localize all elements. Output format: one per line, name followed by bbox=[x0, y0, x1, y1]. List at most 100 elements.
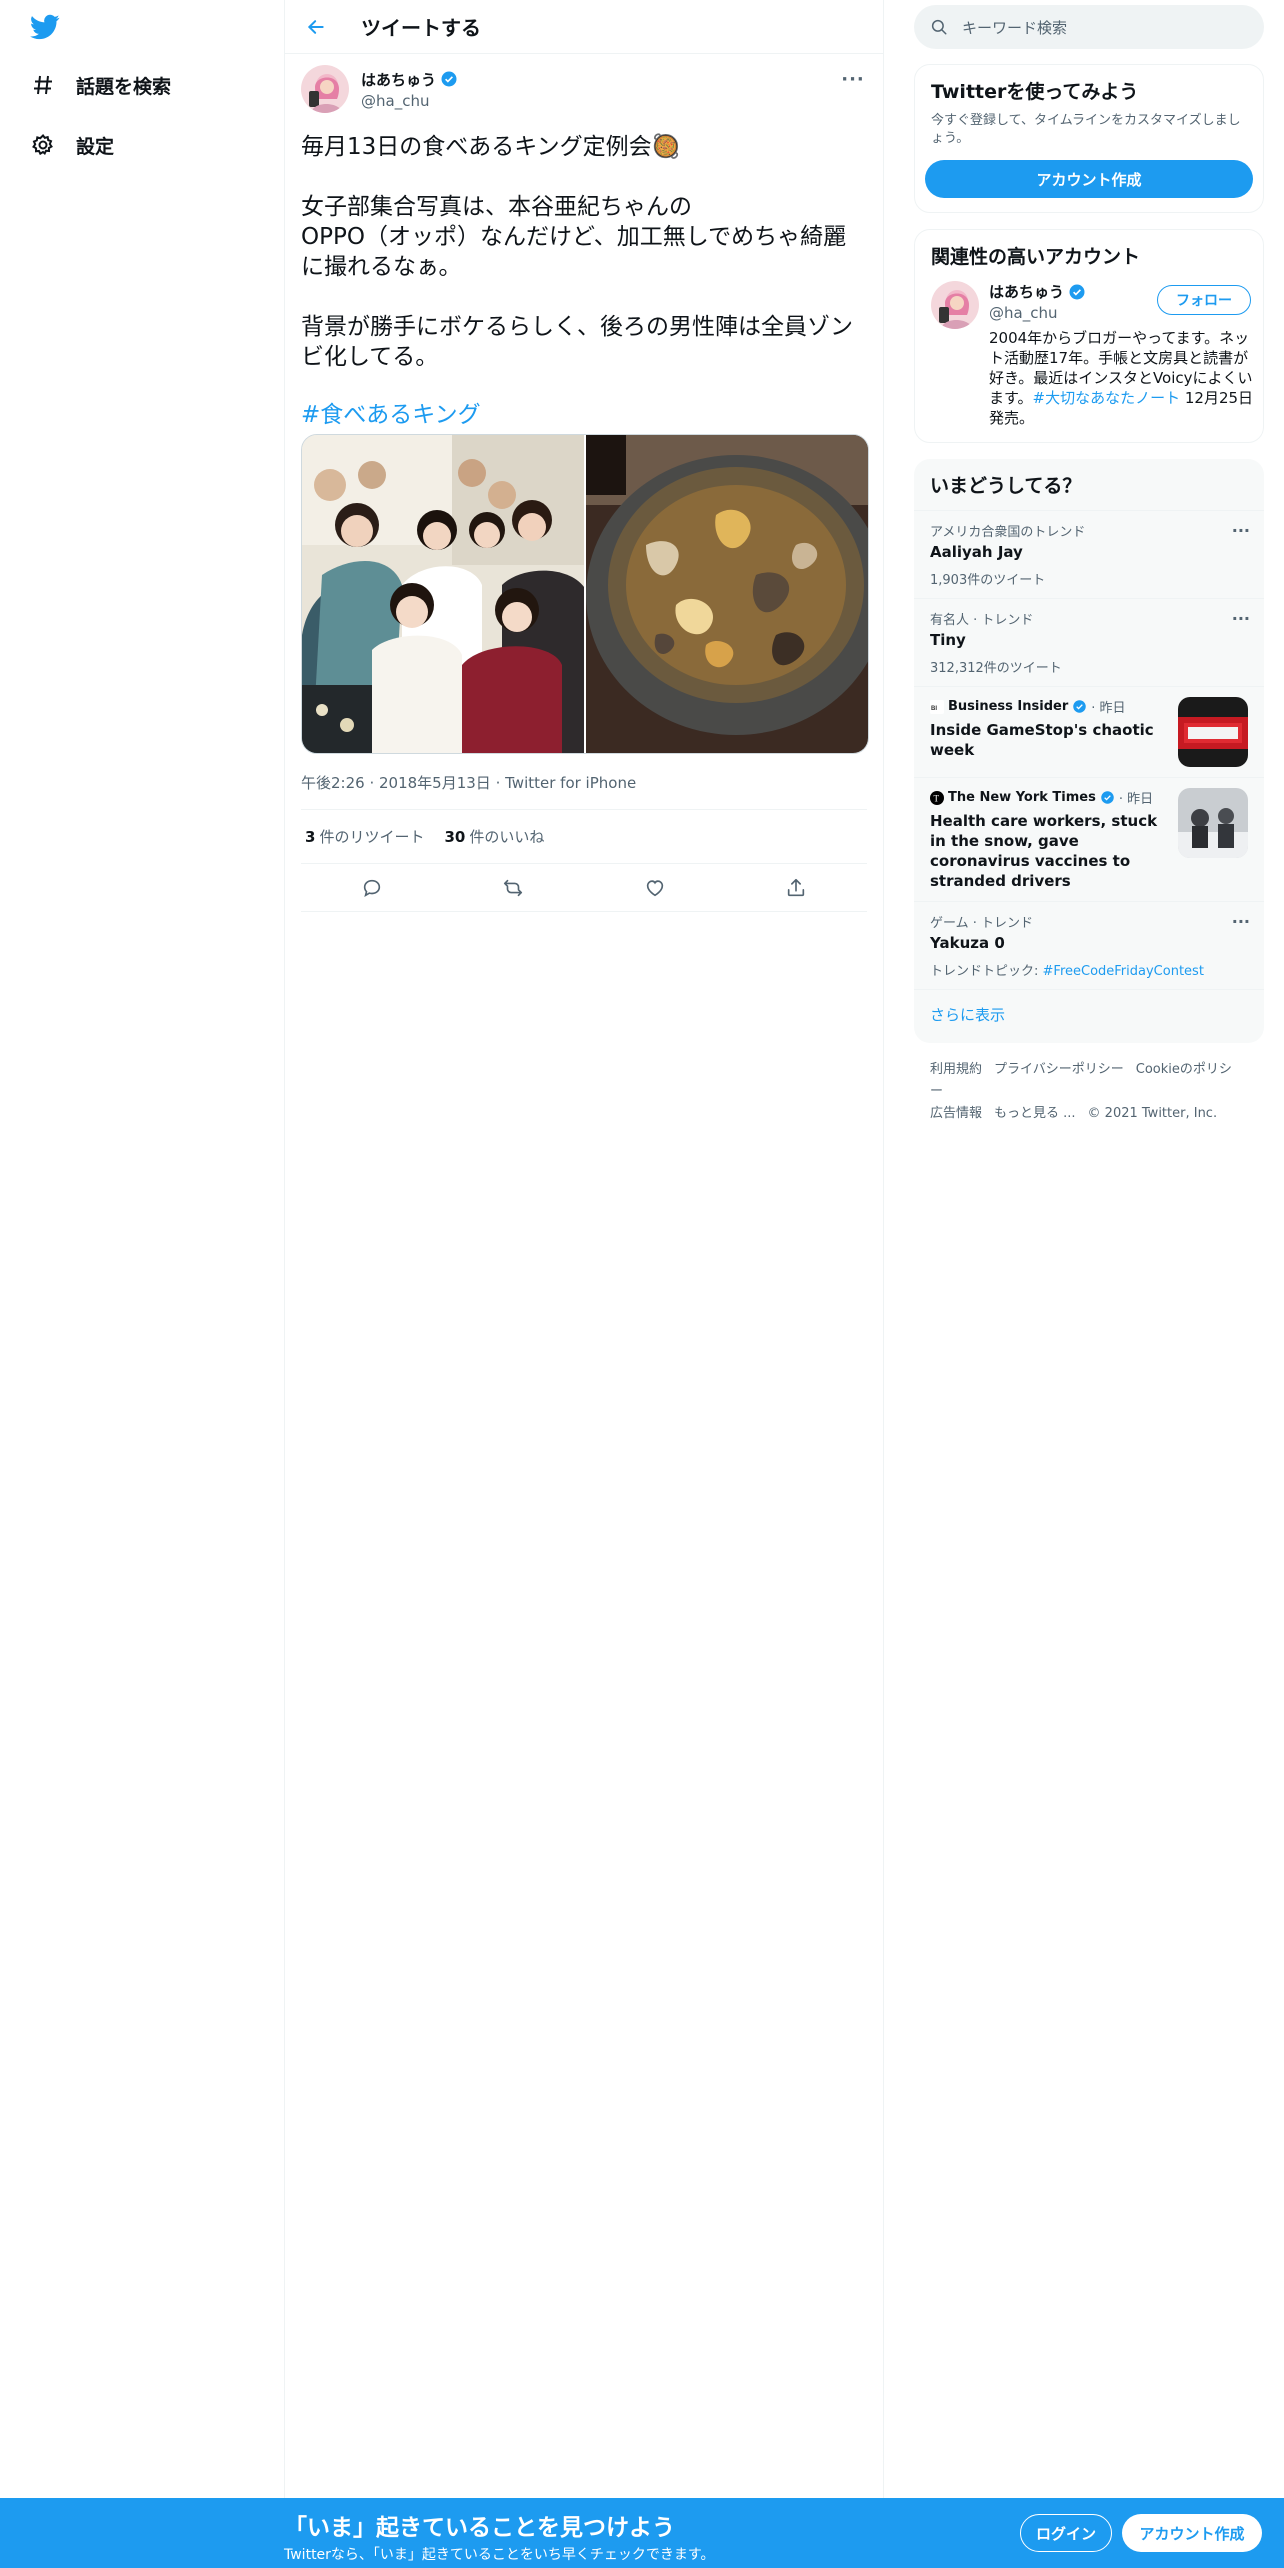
business-insider-logo-icon: BI bbox=[930, 699, 944, 714]
page-title: ツイートする bbox=[361, 16, 481, 40]
signup-button[interactable]: アカウント作成 bbox=[925, 160, 1253, 198]
trend-item[interactable]: 有名人 · トレンド Tiny 312,312件のツイート ··· bbox=[914, 598, 1264, 686]
verified-badge-icon bbox=[1101, 791, 1114, 804]
author-handle: @ha_chu bbox=[361, 91, 430, 110]
tweet-text: 毎月13日の食べあるキング定例会🥘 女子部集合写真は、本谷亜紀ちゃんの OPPO… bbox=[301, 134, 853, 370]
main-header: ツイートする bbox=[285, 0, 883, 54]
nav-explore[interactable]: 話題を検索 bbox=[28, 70, 171, 100]
tweet-media bbox=[301, 434, 869, 754]
news-thumbnail bbox=[1178, 788, 1248, 858]
trend-topic-link[interactable]: #FreeCodeFridayContest bbox=[1043, 964, 1204, 979]
food-photo[interactable] bbox=[586, 435, 868, 753]
trend-count: 312,312件のツイート bbox=[930, 661, 1062, 676]
signup-card: Twitterを使ってみよう 今すぐ登録して、タイムラインをカスタマイズしましょ… bbox=[914, 64, 1264, 213]
like-icon[interactable] bbox=[637, 870, 673, 906]
verified-badge-icon bbox=[441, 71, 457, 87]
retweets-stat[interactable]: 3 件のリツイート bbox=[305, 826, 424, 847]
related-name: はあちゅう bbox=[989, 283, 1065, 301]
tweet-metadata: 午後2:26 · 2018年5月13日 · Twitter for iPhone bbox=[301, 772, 867, 810]
trend-name: Tiny bbox=[930, 631, 966, 649]
news-item[interactable]: T The New York Times · 昨日 Health care wo… bbox=[914, 777, 1264, 901]
privacy-link[interactable]: プライバシーポリシー bbox=[994, 1062, 1124, 1077]
bottom-signup-bar: 「いま」起きていることを見つけよう Twitterなら、「いま」起きていることを… bbox=[0, 2498, 1284, 2568]
news-time: · 昨日 bbox=[1091, 701, 1126, 716]
search-input[interactable]: キーワード検索 bbox=[914, 5, 1264, 49]
news-source: Business Insider bbox=[948, 699, 1069, 714]
signup-title: Twitterを使ってみよう bbox=[931, 81, 1139, 103]
tweet: はあちゅう @ha_chu ··· 毎月13日の食べあるキング定例会🥘 女子部集… bbox=[285, 54, 883, 912]
terms-link[interactable]: 利用規約 bbox=[930, 1062, 982, 1077]
login-button[interactable]: ログイン bbox=[1020, 2514, 1112, 2552]
related-bio: 2004年からブロガーやってます。ネット活動歴17年。手帳と文房具と読書が好き。… bbox=[989, 328, 1257, 428]
news-headline: Health care workers, stuck in the snow, … bbox=[930, 812, 1158, 890]
right-sidebar: キーワード検索 Twitterを使ってみよう 今すぐ登録して、タイムラインをカス… bbox=[914, 0, 1264, 1141]
tweet-time[interactable]: 午後2:26 bbox=[301, 774, 365, 792]
retweets-count: 3 bbox=[305, 828, 316, 846]
author-name: はあちゅう bbox=[361, 70, 437, 89]
trend-topic: トレンドトピック: #FreeCodeFridayContest bbox=[930, 960, 1248, 979]
verified-badge-icon bbox=[1069, 284, 1085, 299]
likes-count: 30 bbox=[444, 828, 466, 846]
nav-settings-label: 設定 bbox=[76, 135, 115, 158]
more-options-icon[interactable]: ··· bbox=[1232, 521, 1250, 540]
trends-card: いまどうしてる？ アメリカ合衆国のトレンド Aaliyah Jay 1,903件… bbox=[914, 459, 1264, 1043]
arrow-left-icon bbox=[307, 19, 324, 34]
related-avatar[interactable] bbox=[931, 281, 979, 329]
footer-links: 利用規約 プライバシーポリシー Cookieのポリシー 広告情報 もっと見る ... ©… bbox=[914, 1043, 1264, 1141]
nav-settings[interactable]: 設定 bbox=[28, 130, 114, 160]
back-button[interactable] bbox=[299, 10, 333, 44]
svg-text:BI: BI bbox=[931, 706, 937, 712]
copyright: © 2021 Twitter, Inc. bbox=[1087, 1106, 1218, 1121]
trend-item[interactable]: アメリカ合衆国のトレンド Aaliyah Jay 1,903件のツイート ··· bbox=[914, 510, 1264, 598]
news-thumbnail bbox=[1178, 697, 1248, 767]
trend-item[interactable]: ゲーム · トレンド Yakuza 0 トレンドトピック: #FreeCodeF… bbox=[914, 901, 1264, 989]
retweets-label: 件のリツイート bbox=[319, 828, 425, 846]
svg-text:T: T bbox=[934, 793, 940, 803]
search-icon bbox=[931, 19, 947, 35]
tweet-actions bbox=[301, 864, 867, 912]
related-account[interactable]: はあちゅう @ha_chu 2004年からブロガーやってます。ネット活動歴17年… bbox=[915, 269, 1263, 442]
tweet-source[interactable]: Twitter for iPhone bbox=[505, 774, 636, 792]
reply-icon[interactable] bbox=[354, 870, 390, 906]
tweet-date[interactable]: 2018年5月13日 bbox=[379, 774, 491, 792]
trend-name: Aaliyah Jay bbox=[930, 543, 1023, 561]
related-title: 関連性の高いアカウント bbox=[931, 246, 1141, 268]
more-options-icon[interactable]: ··· bbox=[1232, 912, 1250, 931]
more-options-icon[interactable]: ··· bbox=[839, 70, 867, 90]
author-info[interactable]: はあちゅう @ha_chu bbox=[361, 69, 458, 110]
follow-button[interactable]: フォロー bbox=[1157, 285, 1251, 315]
related-accounts-card: 関連性の高いアカウント はあちゅう @ha_chu 2004年からブロガーやって… bbox=[914, 229, 1264, 443]
news-item[interactable]: BI Business Insider · 昨日 Inside GameStop… bbox=[914, 686, 1264, 777]
main-column: ツイートする はあちゅう @ha_chu ··· 毎月13日の食べあるキング定例… bbox=[284, 0, 884, 2498]
search-placeholder: キーワード検索 bbox=[962, 18, 1068, 37]
tweet-stats: 3 件のリツイート 30 件のいいね bbox=[301, 810, 867, 864]
gear-icon bbox=[28, 130, 58, 160]
ads-link[interactable]: 広告情報 bbox=[930, 1106, 982, 1121]
related-bio-link[interactable]: #大切なあなたノート bbox=[1033, 389, 1181, 407]
trend-context: ゲーム · トレンド bbox=[930, 916, 1034, 931]
signup-subtitle: 今すぐ登録して、タイムラインをカスタマイズしましょう。 bbox=[931, 113, 1241, 146]
author-avatar[interactable] bbox=[301, 65, 349, 113]
twitter-logo-icon[interactable] bbox=[28, 12, 62, 42]
trend-count: 1,903件のツイート bbox=[930, 573, 1046, 588]
new-york-times-logo-icon: T bbox=[930, 790, 944, 805]
share-icon[interactable] bbox=[778, 870, 814, 906]
retweet-icon[interactable] bbox=[495, 870, 531, 906]
likes-stat[interactable]: 30 件のいいね bbox=[444, 826, 544, 847]
show-more-link[interactable]: さらに表示 bbox=[914, 989, 1264, 1043]
verified-badge-icon bbox=[1073, 700, 1086, 713]
more-options-icon[interactable]: ··· bbox=[1232, 609, 1250, 628]
nav-explore-label: 話題を検索 bbox=[76, 75, 172, 98]
trend-context: アメリカ合衆国のトレンド bbox=[930, 525, 1086, 540]
bottom-headline: 「いま」起きていることを見つけよう bbox=[284, 2515, 675, 2541]
hashtag-icon bbox=[28, 70, 58, 100]
news-time: · 昨日 bbox=[1118, 792, 1154, 807]
tweet-hashtag-link[interactable]: #食べあるキング bbox=[301, 400, 481, 430]
tweet-header: はあちゅう @ha_chu ··· bbox=[301, 64, 867, 114]
more-link[interactable]: もっと見る ... bbox=[994, 1106, 1076, 1121]
trend-name: Yakuza 0 bbox=[930, 934, 1005, 952]
group-photo[interactable] bbox=[302, 435, 584, 753]
trend-context: 有名人 · トレンド bbox=[930, 613, 1034, 628]
bottom-signup-button[interactable]: アカウント作成 bbox=[1122, 2514, 1262, 2552]
likes-label: 件のいいね bbox=[469, 828, 545, 846]
